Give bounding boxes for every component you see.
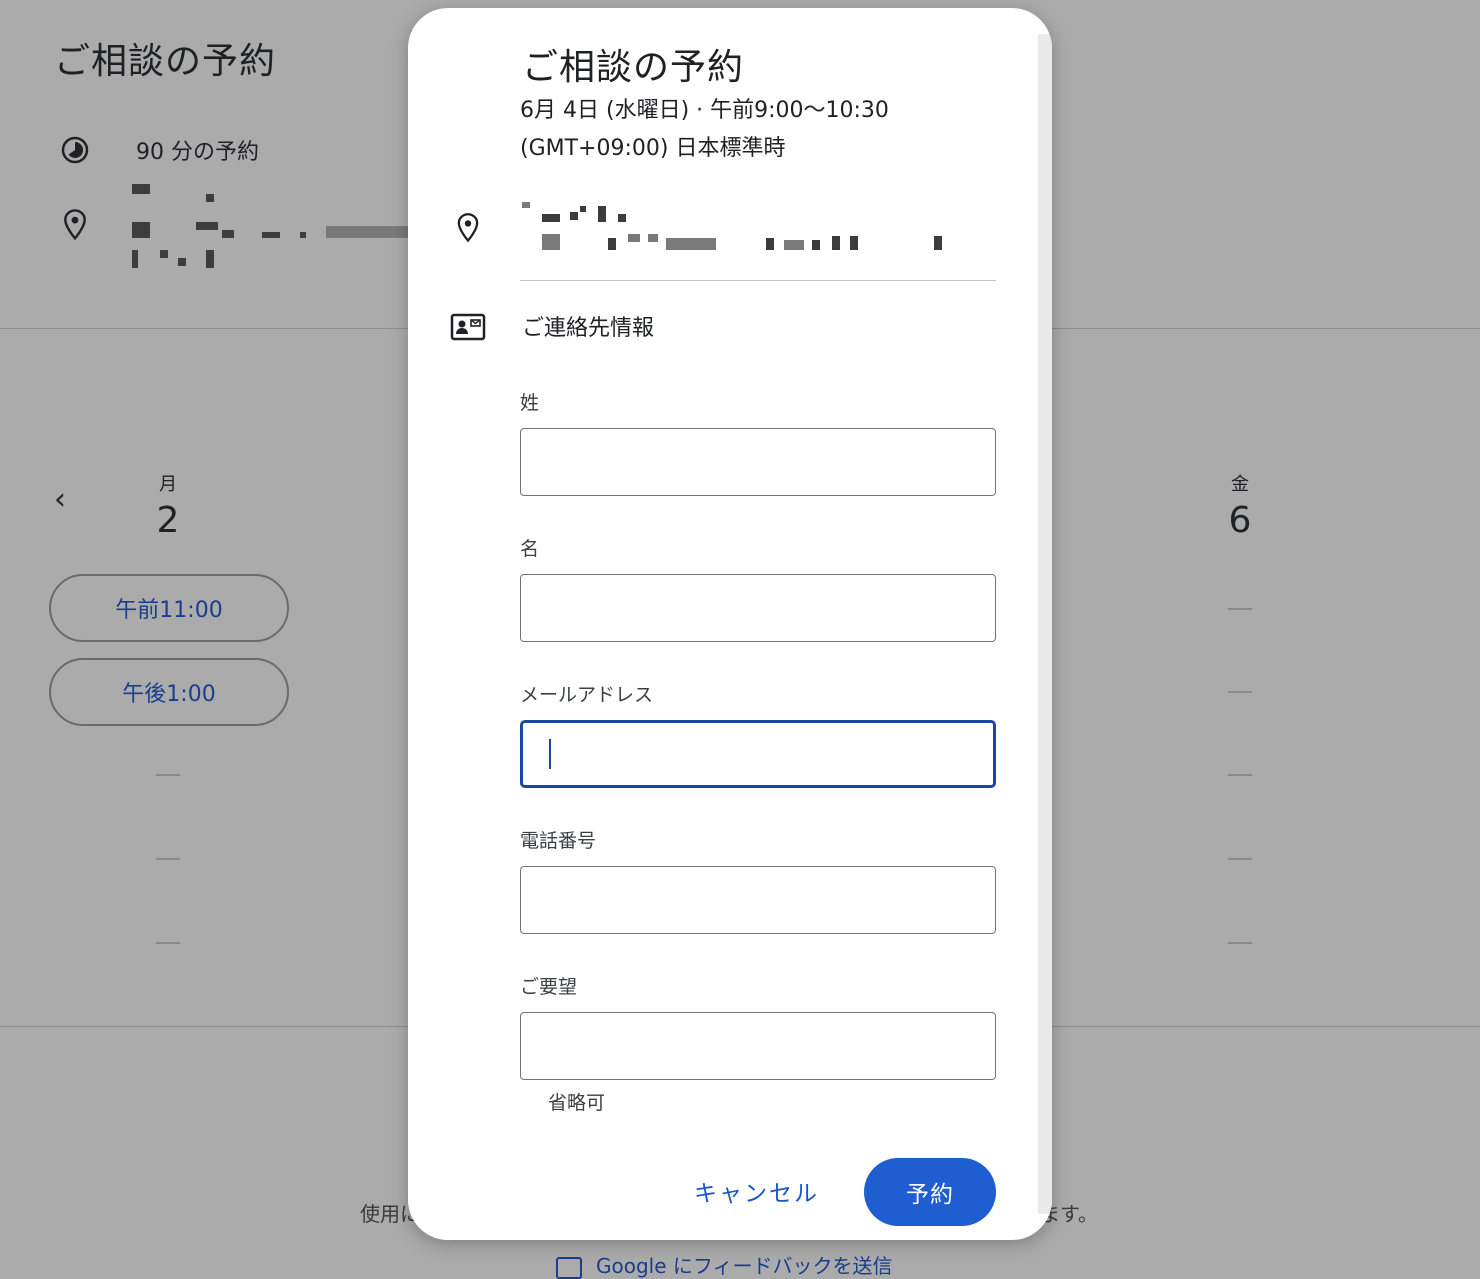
optional-hint: 省略可	[548, 1092, 606, 1114]
phone-field[interactable]	[520, 866, 996, 934]
feedback-label: Google にフィードバックを送信	[596, 1254, 893, 1278]
last-name-field[interactable]	[520, 428, 996, 496]
location-pin-icon	[457, 213, 479, 243]
divider	[520, 280, 996, 281]
no-slot-dash	[1228, 608, 1252, 610]
time-slot-button[interactable]: 午前11:00	[49, 574, 289, 642]
notes-field[interactable]	[520, 1012, 996, 1080]
day-of-week: 金	[1231, 474, 1249, 495]
no-slot-dash	[156, 858, 180, 860]
clock-icon	[61, 136, 89, 164]
phone-label: 電話番号	[520, 830, 597, 852]
duration-row: 90 分の予約	[60, 134, 259, 166]
day-column-fri: 金 6	[1220, 470, 1260, 541]
page-title: ご相談の予約	[54, 41, 277, 82]
email-label: メールアドレス	[520, 684, 654, 706]
no-slot-dash	[156, 774, 180, 776]
location-row	[60, 182, 90, 242]
notes-label: ご要望	[520, 976, 578, 998]
booking-dialog: ご相談の予約 6月 4日 (水曜日) · 午前9:00〜10:30 (GMT+0…	[408, 8, 1052, 1240]
day-number: 6	[1228, 500, 1252, 541]
last-name-label: 姓	[520, 392, 540, 414]
feedback-link[interactable]: Google にフィードバックを送信	[556, 1250, 893, 1279]
timezone-line: (GMT+09:00) 日本標準時	[520, 136, 786, 161]
email-field[interactable]	[520, 720, 996, 788]
date-line: 6月 4日 (水曜日) · 午前9:00〜10:30	[520, 98, 889, 123]
no-slot-dash	[1228, 942, 1252, 944]
contact-info-heading: ご連絡先情報	[522, 316, 655, 341]
cancel-button[interactable]: キャンセル	[694, 1174, 819, 1208]
contact-card-icon	[450, 313, 486, 341]
text-cursor	[549, 739, 551, 769]
no-slot-dash	[156, 942, 180, 944]
location-pin-icon	[64, 209, 86, 241]
time-slot-button[interactable]: 午後1:00	[49, 658, 289, 726]
day-column-mon: 月 2	[148, 470, 188, 541]
prev-week-button[interactable]: ‹	[54, 482, 66, 517]
first-name-field[interactable]	[520, 574, 996, 642]
dialog-title: ご相談の予約	[522, 47, 745, 88]
no-slot-dash	[1228, 774, 1252, 776]
first-name-label: 名	[520, 538, 540, 560]
duration-text: 90 分の予約	[136, 140, 259, 165]
no-slot-dash	[1228, 858, 1252, 860]
no-slot-dash	[1228, 691, 1252, 693]
day-number: 2	[156, 500, 180, 541]
book-button[interactable]: 予約	[864, 1158, 996, 1226]
day-of-week: 月	[159, 474, 177, 495]
appointment-datetime: 6月 4日 (水曜日) · 午前9:00〜10:30 (GMT+09:00) 日…	[520, 92, 889, 168]
dialog-scrollbar[interactable]	[1038, 34, 1052, 1214]
